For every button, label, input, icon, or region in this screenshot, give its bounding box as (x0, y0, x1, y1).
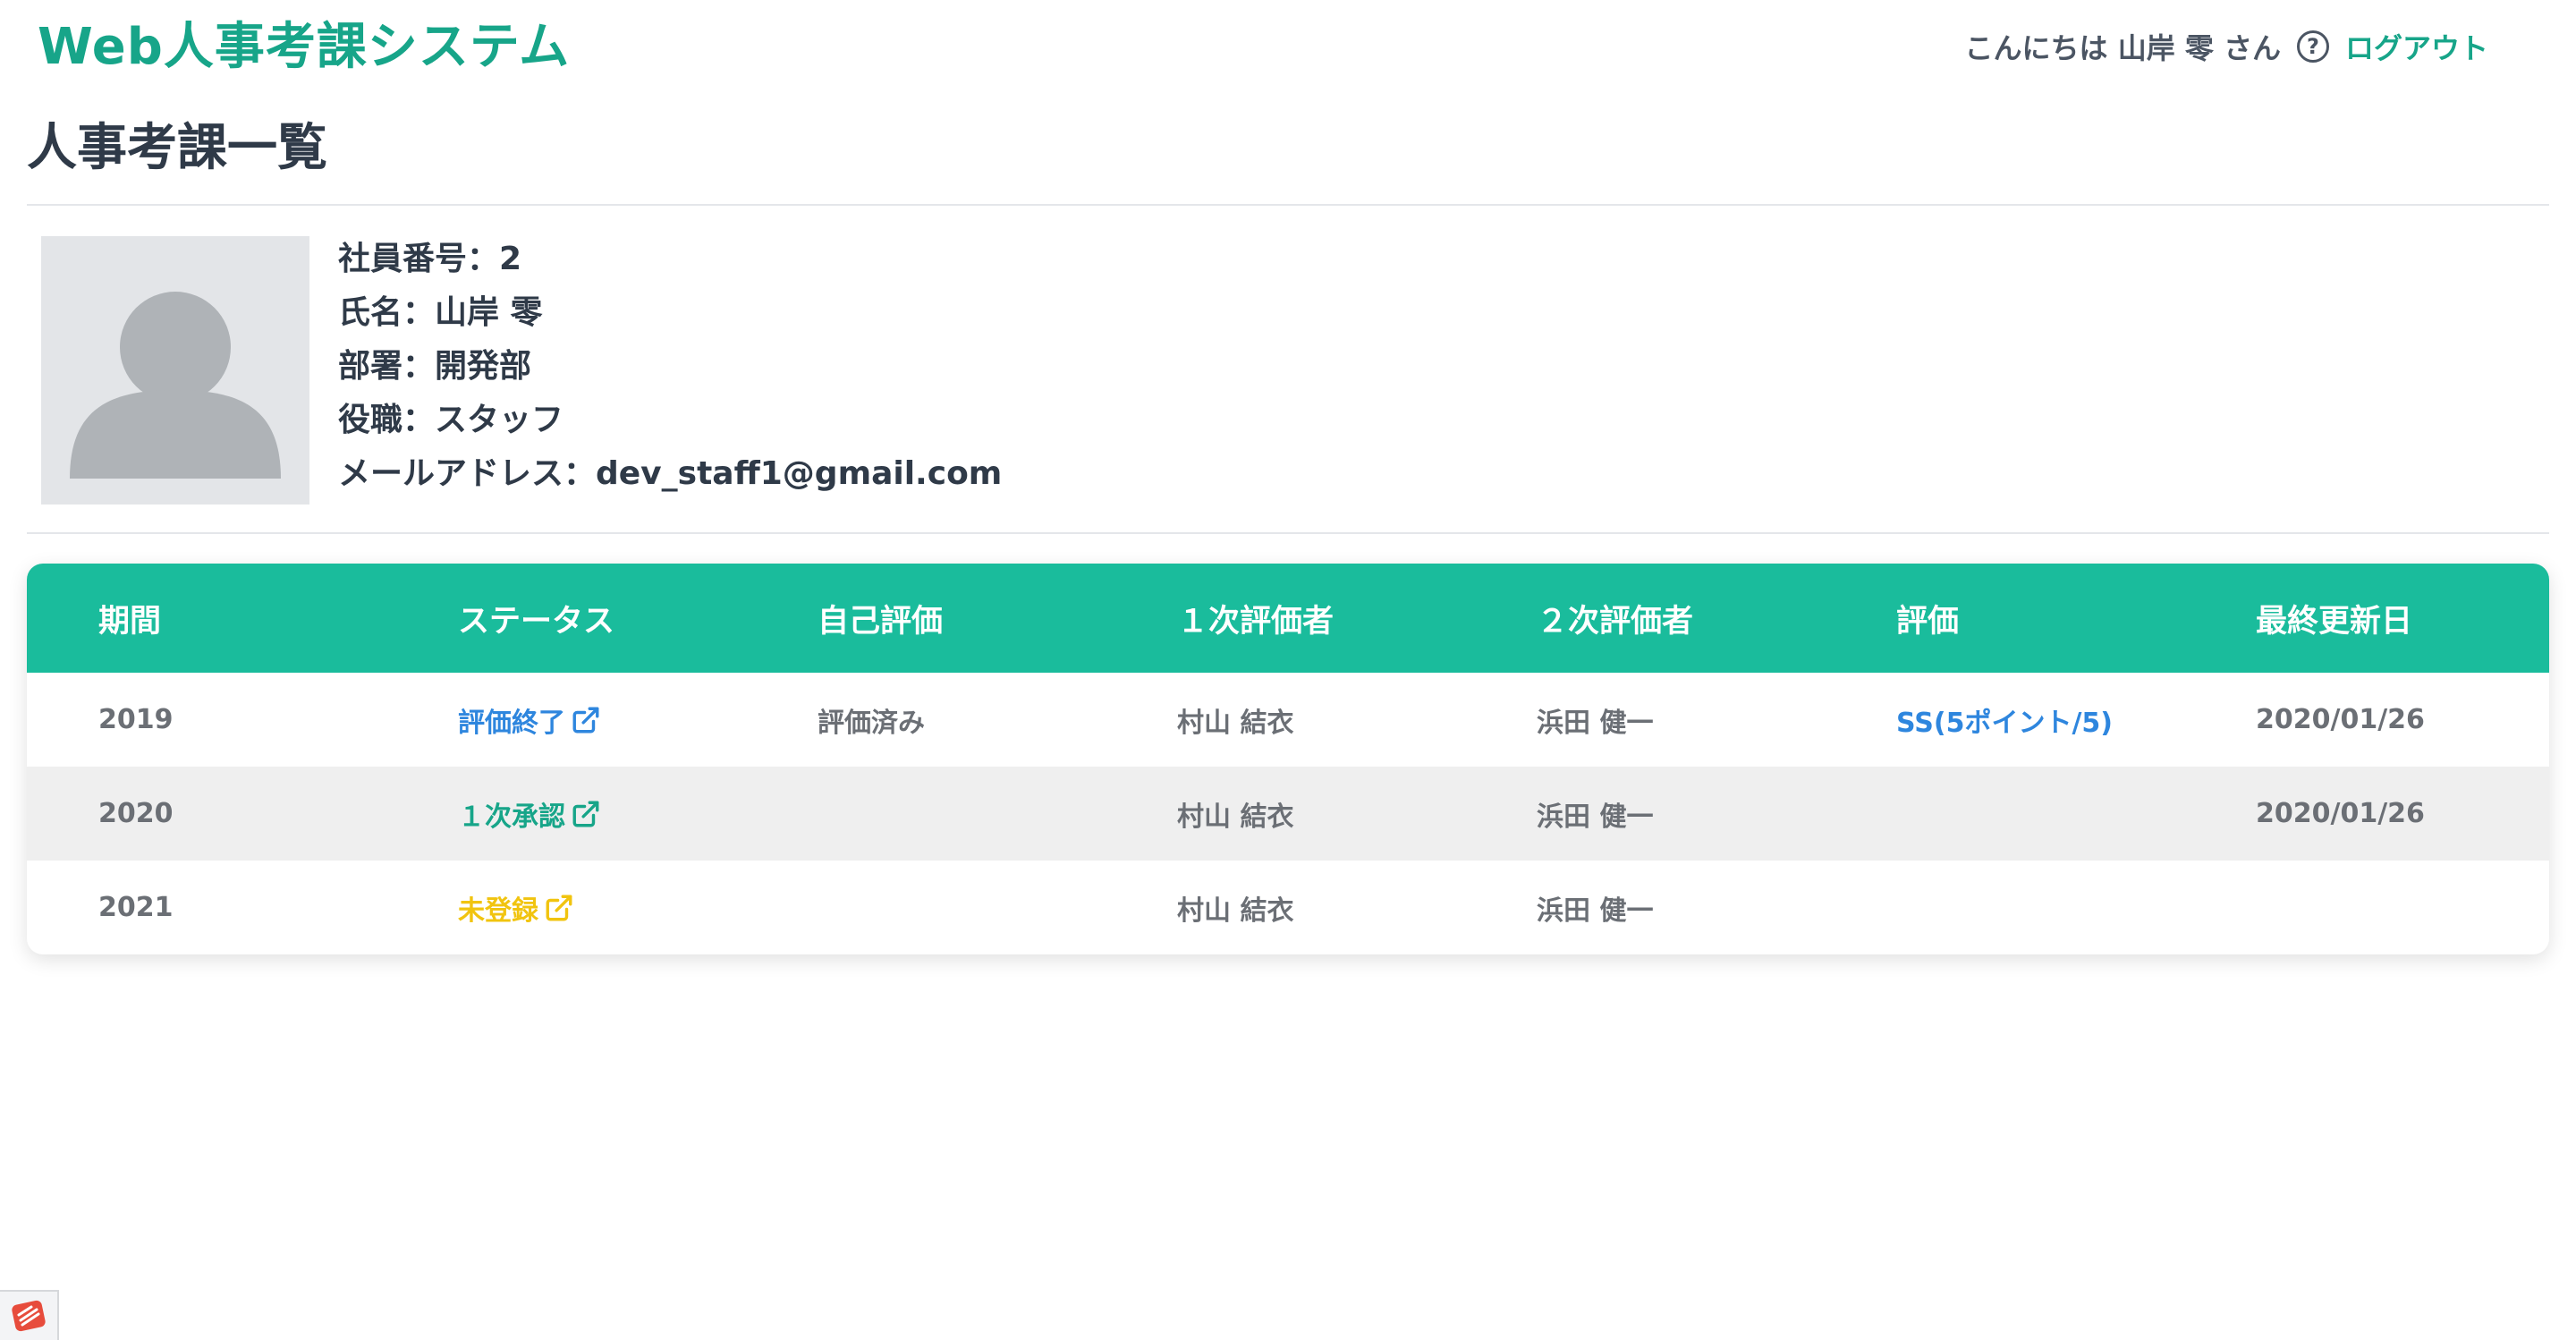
table-row: 2021 未登録 村山 結衣 浜田 健一 (27, 861, 2549, 954)
employee-department: 部署：開発部 (338, 348, 532, 385)
cell-evaluator1: 村山 結衣 (1177, 895, 1294, 927)
status-link[interactable]: 未登録 (458, 888, 574, 928)
cell-evaluator1: 村山 結衣 (1177, 707, 1294, 739)
column-header-evaluator2: ２次評価者 (1537, 603, 1694, 640)
cell-updated: 2020/01/26 (2256, 704, 2425, 735)
column-header-updated: 最終更新日 (2256, 603, 2413, 640)
cell-period: 2021 (98, 892, 174, 923)
dev-tool-icon[interactable] (0, 1290, 59, 1340)
employee-number: 社員番号：2 (338, 241, 522, 277)
cell-evaluator1: 村山 結衣 (1177, 801, 1294, 833)
status-link[interactable]: 評価終了 (458, 700, 601, 740)
app-title: Web人事考課システム (38, 18, 571, 76)
cell-period: 2019 (98, 704, 174, 735)
divider (27, 532, 2549, 534)
rating-link[interactable]: SS(5ポイント/5) (1896, 700, 2113, 740)
column-header-rating: 評価 (1896, 603, 1960, 640)
table-row: 2020 １次承認 村山 結衣 浜田 健一 2020/01/26 (27, 767, 2549, 861)
status-label: 評価終了 (458, 707, 565, 739)
cell-status: 評価終了 (386, 700, 746, 740)
employee-email: メールアドレス：dev_staff1@gmail.com (338, 455, 1003, 492)
question-circle-icon[interactable]: ? (2296, 30, 2329, 63)
cell-period: 2020 (98, 798, 174, 829)
status-link[interactable]: １次承認 (458, 794, 601, 834)
cell-evaluator2: 浜田 健一 (1537, 895, 1654, 927)
cell-status: １次承認 (386, 794, 746, 834)
column-header-period: 期間 (98, 603, 162, 640)
table-header: 期間 ステータス 自己評価 １次評価者 ２次評価者 評価 最終更新日 (27, 564, 2549, 673)
user-avatar-icon (41, 236, 309, 505)
external-link-icon (572, 801, 599, 827)
cell-evaluator2: 浜田 健一 (1537, 707, 1654, 739)
cell-status: 未登録 (386, 888, 746, 928)
cell-updated: 2020/01/26 (2256, 798, 2425, 829)
table-row: 2019 評価終了 評価済み 村山 結衣 浜田 健一 SS(5ポイント/5) 2… (27, 673, 2549, 767)
external-link-icon (572, 707, 599, 733)
status-label: １次承認 (458, 801, 565, 833)
column-header-status: ステータス (458, 603, 615, 640)
employee-name: 氏名：山岸 零 (338, 294, 543, 331)
page-title: 人事考課一覧 (27, 119, 327, 177)
cell-self-eval: 評価済み (818, 707, 925, 739)
column-header-evaluator1: １次評価者 (1177, 603, 1335, 640)
cell-rating: SS(5ポイント/5) (1825, 700, 2184, 740)
external-link-icon (546, 895, 572, 920)
divider (27, 204, 2549, 206)
status-label: 未登録 (458, 895, 538, 927)
user-nav: こんにちは 山岸 零 さん ? ログアウト (1965, 21, 2488, 72)
evaluation-table: 期間 ステータス 自己評価 １次評価者 ２次評価者 評価 最終更新日 2019 … (27, 564, 2549, 954)
column-header-self-eval: 自己評価 (818, 603, 944, 640)
profile-info: 社員番号：2 氏名：山岸 零 部署：開発部 役職：スタッフ メールアドレス：de… (338, 238, 1002, 506)
employee-position: 役職：スタッフ (338, 402, 564, 438)
logout-link[interactable]: ログアウト (2345, 26, 2488, 67)
greeting-text: こんにちは 山岸 零 さん (1964, 31, 2281, 65)
cell-evaluator2: 浜田 健一 (1537, 801, 1654, 833)
